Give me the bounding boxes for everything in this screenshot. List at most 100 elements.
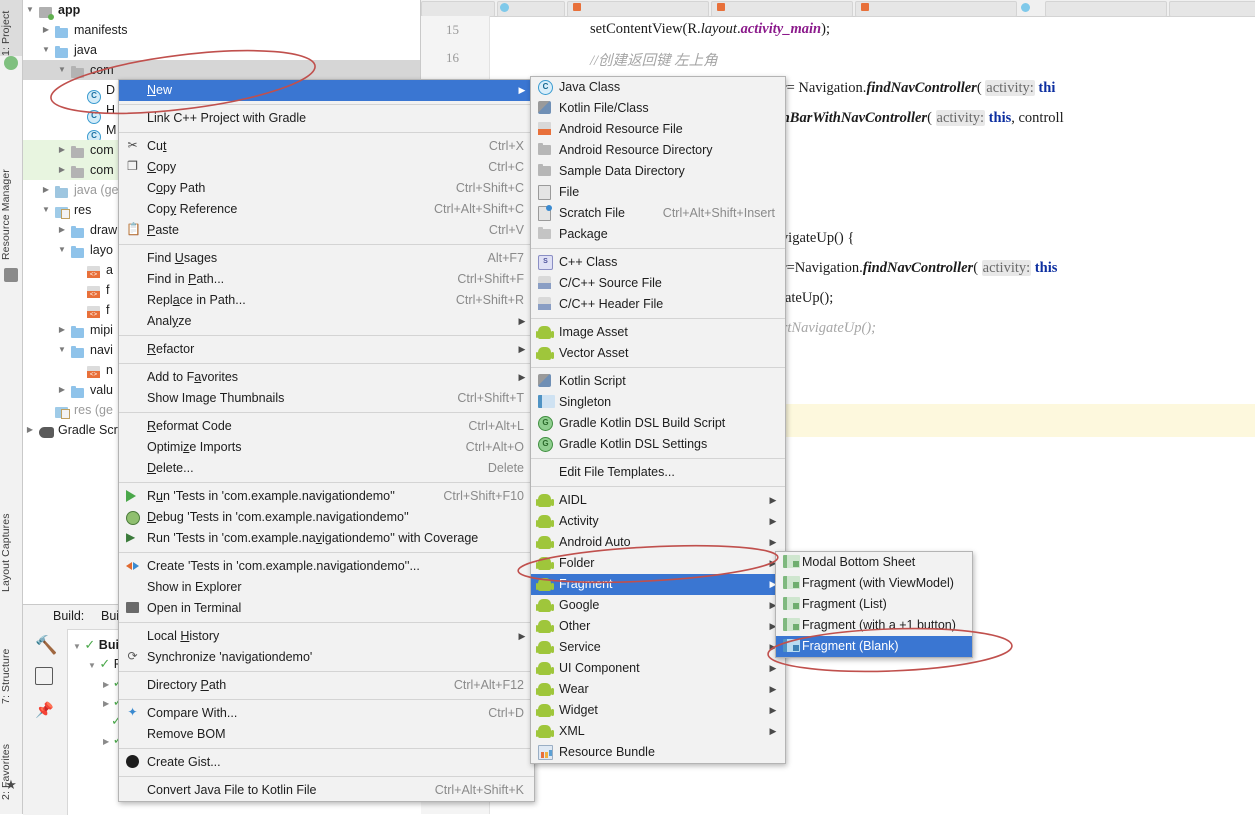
new-menu-item-singleton[interactable]: Singleton	[531, 392, 785, 413]
chevron-right-icon[interactable]: ▶	[57, 160, 67, 180]
context-menu-item-copy-reference[interactable]: Copy Reference Ctrl+Alt+Shift+C	[119, 199, 534, 220]
context-menu-item-show-image-thumbnails[interactable]: Show Image Thumbnails Ctrl+Shift+T	[119, 388, 534, 409]
chevron-right-icon[interactable]: ▶	[57, 380, 67, 400]
editor-toolbar[interactable]	[421, 0, 1255, 17]
chevron-right-icon[interactable]: ▶	[57, 220, 67, 240]
context-menu-item-optimize-imports[interactable]: Optimize Imports Ctrl+Alt+O	[119, 437, 534, 458]
new-menu-item-resource-bundle[interactable]: Resource Bundle	[531, 742, 785, 763]
new-submenu[interactable]: C Java Class Kotlin File/Class Android Reso…	[530, 76, 786, 764]
fragment-menu-item-fragment-blank[interactable]: Fragment (Blank)	[776, 636, 972, 657]
context-menu-item-analyze[interactable]: Analyze ▶	[119, 311, 534, 332]
new-menu-item-google[interactable]: Google ▶	[531, 595, 785, 616]
chevron-down-icon[interactable]: ▼	[57, 240, 67, 260]
new-menu-item-c-c-source-file[interactable]: C/C++ Source File	[531, 273, 785, 294]
chevron-down-icon[interactable]: ▼	[41, 200, 51, 220]
new-menu-item-gradle-kotlin-dsl-build-script[interactable]: G Gradle Kotlin DSL Build Script	[531, 413, 785, 434]
chevron-right-icon[interactable]: ▶	[41, 180, 51, 200]
context-menu-item-show-in-explorer[interactable]: Show in Explorer	[119, 577, 534, 598]
new-menu-item-fragment[interactable]: Fragment ▶	[531, 574, 785, 595]
context-menu-item-link-c-project-with-gradle[interactable]: Link C++ Project with Gradle	[119, 108, 534, 129]
left-tool-strip[interactable]: 1: Project Resource Manager Layout Captu…	[0, 0, 23, 814]
context-menu-item-compare-with[interactable]: ✦ Compare With... Ctrl+D	[119, 703, 534, 724]
context-menu-item-delete[interactable]: Delete... Delete	[119, 458, 534, 479]
new-menu-item-android-auto[interactable]: Android Auto ▶	[531, 532, 785, 553]
new-menu-item-package[interactable]: Package	[531, 224, 785, 245]
new-menu-item-file[interactable]: File	[531, 182, 785, 203]
chevron-down-icon[interactable]: ▼	[25, 0, 35, 20]
new-menu-item-sample-data-directory[interactable]: Sample Data Directory	[531, 161, 785, 182]
build-side-toolbar[interactable]: 🔨 📌	[23, 629, 68, 815]
context-menu-item-copy-path[interactable]: Copy Path Ctrl+Shift+C	[119, 178, 534, 199]
new-menu-item-kotlin-script[interactable]: Kotlin Script	[531, 371, 785, 392]
chevron-down-icon[interactable]: ▼	[73, 637, 81, 656]
new-menu-item-other[interactable]: Other ▶	[531, 616, 785, 637]
tool-tab-layout-captures[interactable]: Layout Captures	[0, 480, 22, 592]
context-menu-item-create-gist[interactable]: Create Gist...	[119, 752, 534, 773]
context-menu-item-cut[interactable]: ✂ Cut Ctrl+X	[119, 136, 534, 157]
context-menu-item-find-in-path[interactable]: Find in Path... Ctrl+Shift+F	[119, 269, 534, 290]
tree-row[interactable]: ▼ app	[23, 0, 420, 20]
context-menu-item-add-to-favorites[interactable]: Add to Favorites ▶	[119, 367, 534, 388]
build-tab-label[interactable]: Build:	[53, 609, 84, 623]
context-menu-item-reformat-code[interactable]: Reformat Code Ctrl+Alt+L	[119, 416, 534, 437]
context-menu-item-create-tests-in-com-example-navigationdemo[interactable]: Create 'Tests in 'com.example.navigation…	[119, 556, 534, 577]
chevron-right-icon[interactable]: ▶	[57, 140, 67, 160]
fragment-menu-item-fragment-list[interactable]: Fragment (List)	[776, 594, 972, 615]
context-menu-item-debug-tests-in-com-example-navigationdemo[interactable]: Debug 'Tests in 'com.example.navigationd…	[119, 507, 534, 528]
new-menu-item-android-resource-file[interactable]: Android Resource File	[531, 119, 785, 140]
tool-tab-project[interactable]: 1: Project	[0, 0, 22, 56]
new-menu-item-folder[interactable]: Folder ▶	[531, 553, 785, 574]
chevron-down-icon[interactable]: ▼	[57, 60, 67, 80]
new-menu-item-scratch-file[interactable]: Scratch File Ctrl+Alt+Shift+Insert	[531, 203, 785, 224]
pin-icon[interactable]: 📌	[35, 701, 55, 721]
fragment-menu-item-fragment-with-a-1-button[interactable]: Fragment (with a +1 button)	[776, 615, 972, 636]
context-menu-item-convert-java-file-to-kotlin-file[interactable]: Convert Java File to Kotlin File Ctrl+Alt…	[119, 780, 534, 801]
toolbar-segment[interactable]	[855, 1, 1017, 17]
copy-output-icon[interactable]	[35, 667, 53, 685]
tree-row[interactable]: ▶ manifests	[23, 20, 420, 40]
toolbar-segment[interactable]	[1045, 1, 1167, 17]
new-menu-item-image-asset[interactable]: Image Asset	[531, 322, 785, 343]
new-menu-item-java-class[interactable]: C Java Class	[531, 77, 785, 98]
tool-tab-resource-manager[interactable]: Resource Manager	[0, 128, 22, 260]
project-context-menu[interactable]: New ▶ Link C++ Project with Gradle ✂ Cut Ctrl…	[118, 79, 535, 802]
context-menu-item-find-usages[interactable]: Find Usages Alt+F7	[119, 248, 534, 269]
context-menu-item-paste[interactable]: 📋 Paste Ctrl+V	[119, 220, 534, 241]
hammer-icon[interactable]: 🔨	[35, 635, 57, 655]
chevron-down-icon[interactable]: ▼	[41, 40, 51, 60]
toolbar-segment[interactable]	[567, 1, 709, 17]
chevron-right-icon[interactable]: ▶	[25, 420, 35, 440]
new-menu-item-activity[interactable]: Activity ▶	[531, 511, 785, 532]
context-menu-item-synchronize-navigationdemo[interactable]: ⟳ Synchronize 'navigationdemo'	[119, 647, 534, 668]
fragment-menu-item-fragment-with-viewmodel[interactable]: Fragment (with ViewModel)	[776, 573, 972, 594]
fragment-menu-item-modal-bottom-sheet[interactable]: Modal Bottom Sheet	[776, 552, 972, 573]
chevron-right-icon[interactable]: ▶	[57, 320, 67, 340]
tree-row[interactable]: ▼ com	[23, 60, 420, 80]
chevron-right-icon[interactable]: ▶	[41, 20, 51, 40]
context-menu-item-local-history[interactable]: Local History ▶	[119, 626, 534, 647]
context-menu-item-open-in-terminal[interactable]: Open in Terminal	[119, 598, 534, 619]
context-menu-item-new[interactable]: New ▶	[119, 80, 534, 101]
context-menu-item-refactor[interactable]: Refactor ▶	[119, 339, 534, 360]
new-menu-item-edit-file-templates[interactable]: Edit File Templates...	[531, 462, 785, 483]
chevron-right-icon[interactable]: ▶	[103, 732, 109, 751]
toolbar-segment[interactable]	[1169, 1, 1255, 17]
new-menu-item-c-class[interactable]: S C++ Class	[531, 252, 785, 273]
context-menu-item-copy[interactable]: ❐ Copy Ctrl+C	[119, 157, 534, 178]
context-menu-item-run-tests-in-com-example-navigationdemo-with-coverage[interactable]: ▶ Run 'Tests in 'com.example.navigationde…	[119, 528, 534, 549]
new-menu-item-service[interactable]: Service ▶	[531, 637, 785, 658]
new-menu-item-c-c-header-file[interactable]: C/C++ Header File	[531, 294, 785, 315]
tool-tab-structure[interactable]: 7: Structure	[0, 620, 22, 704]
new-menu-item-aidl[interactable]: AIDL ▶	[531, 490, 785, 511]
context-menu-item-run-tests-in-com-example-navigationdemo[interactable]: Run 'Tests in 'com.example.navigationdem…	[119, 486, 534, 507]
new-menu-item-wear[interactable]: Wear ▶	[531, 679, 785, 700]
fragment-submenu[interactable]: Modal Bottom Sheet Fragment (with ViewMod…	[775, 551, 973, 658]
chevron-down-icon[interactable]: ▼	[88, 656, 96, 675]
new-menu-item-ui-component[interactable]: UI Component ▶	[531, 658, 785, 679]
toolbar-segment[interactable]	[421, 1, 495, 17]
context-menu-item-replace-in-path[interactable]: Replace in Path... Ctrl+Shift+R	[119, 290, 534, 311]
new-menu-item-gradle-kotlin-dsl-settings[interactable]: G Gradle Kotlin DSL Settings	[531, 434, 785, 455]
new-menu-item-xml[interactable]: XML ▶	[531, 721, 785, 742]
new-menu-item-android-resource-directory[interactable]: Android Resource Directory	[531, 140, 785, 161]
new-menu-item-vector-asset[interactable]: Vector Asset	[531, 343, 785, 364]
